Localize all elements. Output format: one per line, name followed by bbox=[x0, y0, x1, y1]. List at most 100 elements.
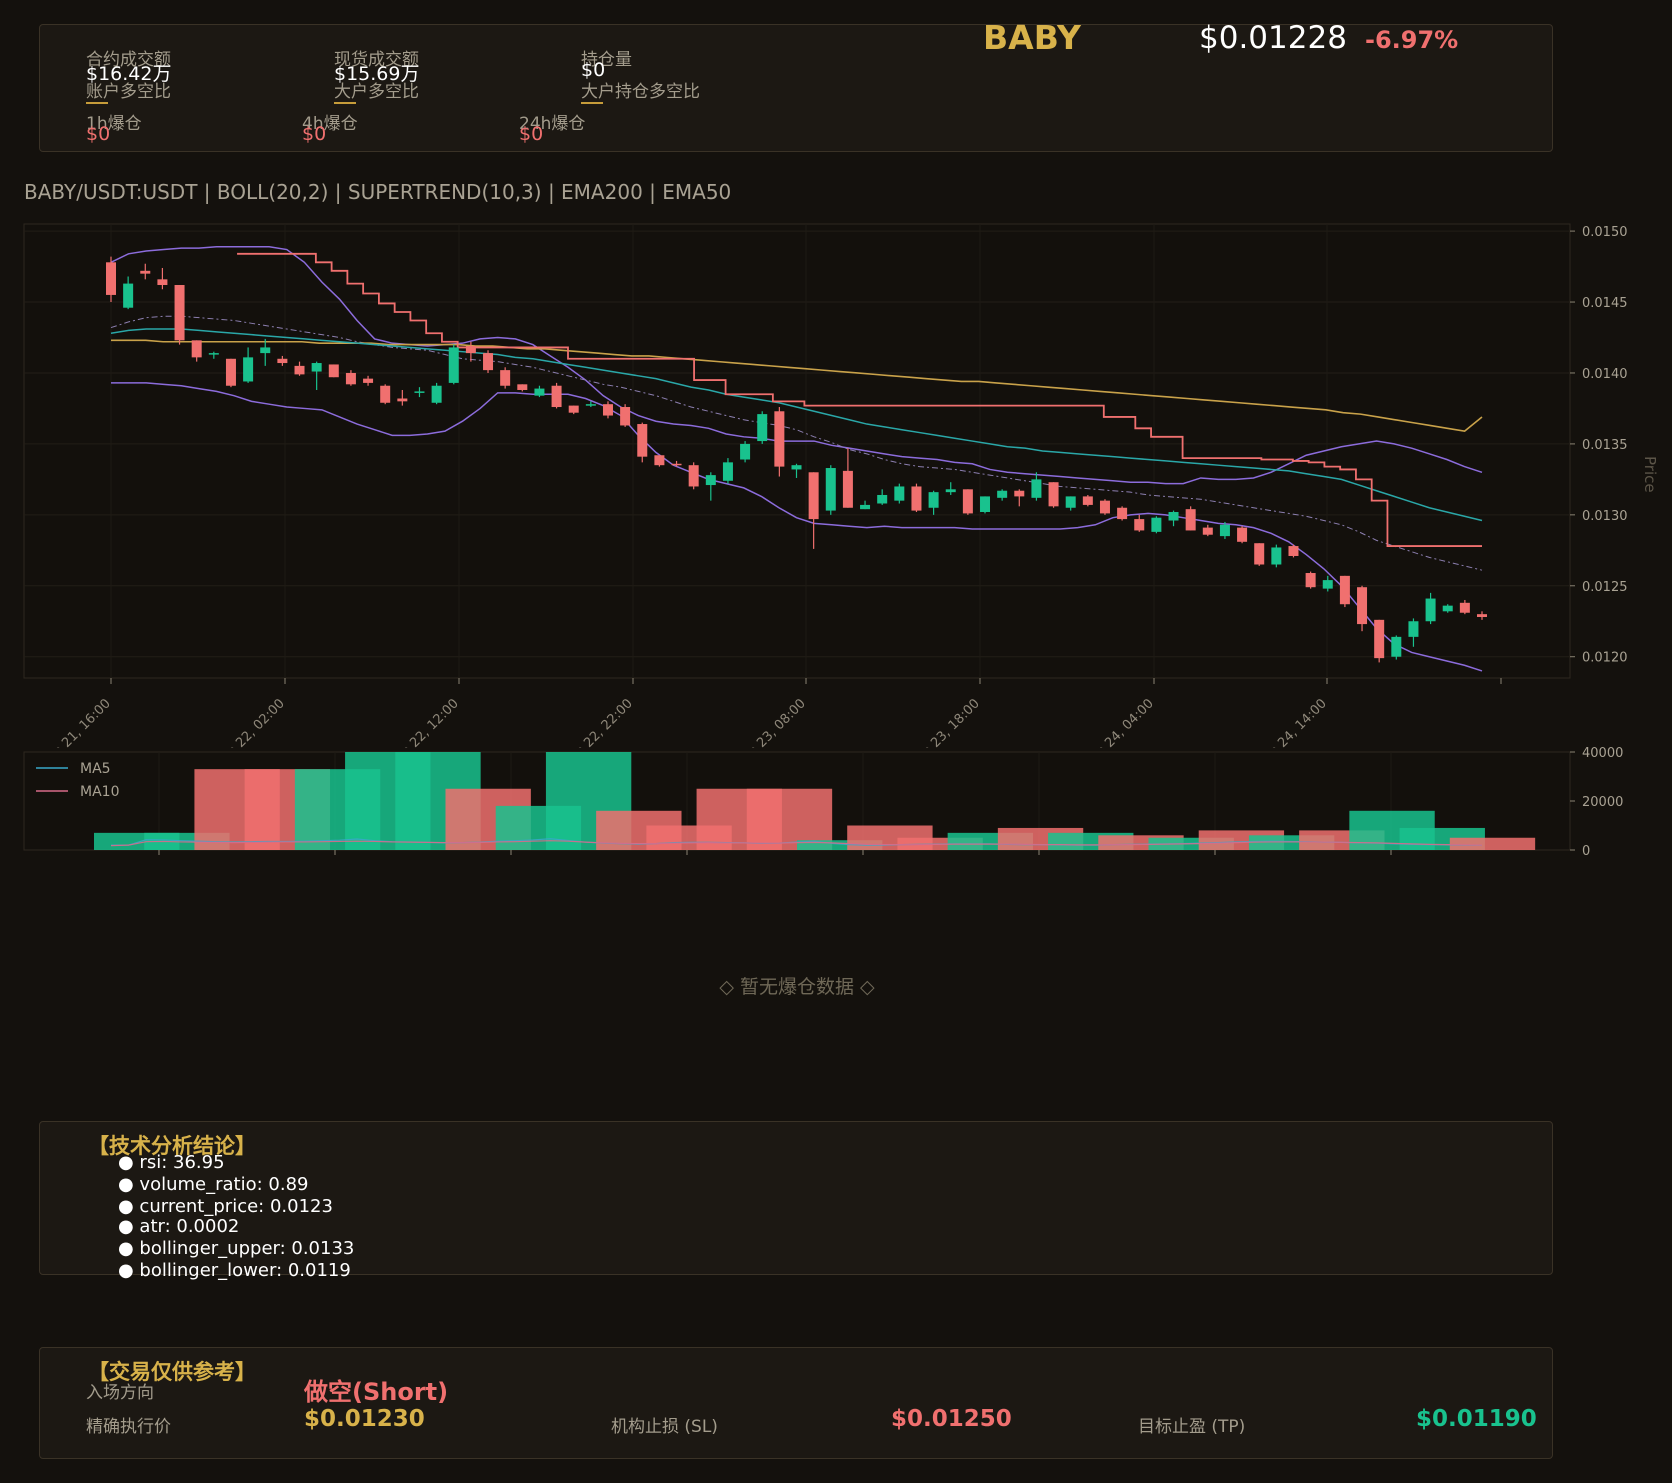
candle-body bbox=[894, 486, 905, 501]
candle-body bbox=[140, 270, 151, 274]
candle-body bbox=[1151, 517, 1162, 532]
price-tick-label: 0.0130 bbox=[1582, 509, 1628, 524]
price-tick-label: 0.0135 bbox=[1582, 438, 1628, 453]
candle-body bbox=[208, 353, 219, 355]
candle-body bbox=[825, 468, 836, 511]
candle-body bbox=[980, 496, 991, 513]
take-profit-label: 目标止盈 (TP) bbox=[1138, 1417, 1246, 1437]
candle-body bbox=[962, 489, 973, 514]
price-chart[interactable]: 0.0150 0.0145 0.0140 0.0135 0.0130 0.0125 0.01… bbox=[0, 218, 1672, 748]
account-ratio-underline bbox=[86, 102, 108, 104]
entry-price-label: 精确执行价 bbox=[86, 1417, 171, 1437]
entry-price-value: $0.01230 bbox=[304, 1406, 425, 1432]
candle-body bbox=[174, 285, 185, 341]
candle-body bbox=[225, 358, 236, 386]
candle-body bbox=[568, 405, 579, 413]
candle-body bbox=[1219, 524, 1230, 537]
candle-body bbox=[1134, 519, 1145, 531]
liquidation-1h-value: $0 bbox=[86, 123, 111, 145]
analysis-item-bollinger-lower: ● bollinger_lower: 0.0119 bbox=[118, 1260, 351, 1281]
liquidation-24h-value: $0 bbox=[519, 123, 544, 145]
candle-body bbox=[602, 404, 613, 416]
analysis-item-bollinger-upper: ● bollinger_upper: 0.0133 bbox=[118, 1238, 355, 1259]
candle-body bbox=[1031, 479, 1042, 498]
symbol-title: BABY bbox=[983, 18, 1081, 57]
candle-body bbox=[860, 504, 871, 510]
volume-tick-label: 40000 bbox=[1582, 746, 1623, 761]
candle-body bbox=[1305, 573, 1316, 588]
entry-direction-value: 做空(Short) bbox=[304, 1378, 449, 1406]
volume-bar bbox=[1449, 837, 1536, 850]
liquidation-4h-value: $0 bbox=[302, 123, 327, 145]
candle-body bbox=[277, 358, 288, 364]
analysis-item-volume-ratio: ● volume_ratio: 0.89 bbox=[118, 1174, 309, 1195]
candle-body bbox=[106, 262, 116, 295]
price-tick-label: 0.0145 bbox=[1582, 296, 1628, 311]
analysis-item-atr: ● atr: 0.0002 bbox=[118, 1216, 240, 1237]
candle-body bbox=[1082, 496, 1093, 505]
candle-body bbox=[1477, 614, 1487, 617]
legend-label-ma5: MA5 bbox=[80, 761, 111, 777]
candle-body bbox=[654, 455, 665, 466]
candle-body bbox=[911, 486, 922, 511]
candle-body bbox=[808, 472, 819, 520]
analysis-panel: 【技术分析结论】 ● rsi: 36.95 ● volume_ratio: 0.… bbox=[39, 1121, 1553, 1281]
candle-body bbox=[311, 363, 322, 372]
candle-body bbox=[1442, 605, 1453, 612]
candle-body bbox=[637, 424, 648, 457]
top-trader-position-ratio-label: 大户持仓多空比 bbox=[581, 82, 700, 102]
volume-chart[interactable]: 40000 20000 0 MA5 MA10 bbox=[0, 746, 1672, 861]
time-tick-label: Jun 24, 04:00 bbox=[1084, 696, 1157, 748]
candle-body bbox=[448, 347, 459, 383]
analysis-item-current-price: ● current_price: 0.0123 bbox=[118, 1196, 333, 1217]
candle-body bbox=[997, 490, 1008, 498]
candle-body bbox=[345, 372, 356, 385]
candle-body bbox=[945, 489, 956, 493]
entry-direction-label: 入场方向 bbox=[86, 1383, 154, 1403]
candle-body bbox=[1254, 543, 1265, 565]
top-trader-long-short-ratio-label: 大户多空比 bbox=[334, 82, 419, 102]
price-tick-label: 0.0120 bbox=[1582, 651, 1628, 666]
candle-body bbox=[1014, 490, 1025, 497]
candle-body bbox=[1185, 509, 1196, 531]
candle-body bbox=[191, 340, 202, 358]
candle-body bbox=[585, 404, 596, 406]
candle-body bbox=[328, 364, 339, 378]
time-tick-label: Jun 23, 08:00 bbox=[736, 696, 809, 748]
time-tick-label: Jun 22, 12:00 bbox=[389, 696, 462, 748]
candle-body bbox=[243, 357, 254, 382]
candle-body bbox=[1117, 507, 1128, 520]
account-long-short-ratio-label: 账户多空比 bbox=[86, 82, 171, 102]
candle-body bbox=[1065, 496, 1076, 508]
candle-body bbox=[757, 414, 768, 442]
candle-body bbox=[1459, 602, 1470, 613]
candle-body bbox=[157, 279, 168, 286]
price-axis-label: Price bbox=[1641, 456, 1659, 493]
candle-body bbox=[551, 385, 562, 408]
candle-body bbox=[534, 388, 545, 396]
candle-body bbox=[842, 470, 853, 508]
candle-body bbox=[1237, 527, 1248, 542]
candle-body bbox=[722, 462, 733, 481]
candle-body bbox=[791, 465, 802, 470]
candle-body bbox=[1374, 619, 1385, 659]
candle-body bbox=[465, 346, 476, 354]
time-tick-label: Jun 22, 22:00 bbox=[563, 696, 636, 748]
time-tick-label: Jun 21, 16:00 bbox=[41, 696, 114, 748]
stop-loss-value: $0.01250 bbox=[891, 1406, 1012, 1432]
time-tick-label: Jun 22, 02:00 bbox=[215, 696, 288, 748]
price-plot-area bbox=[23, 223, 1571, 679]
candle-body bbox=[500, 370, 511, 386]
chart-title: BABY/USDT:USDT | BOLL(20,2) | SUPERTREND… bbox=[24, 180, 732, 204]
candle-body bbox=[260, 347, 271, 354]
candle-body bbox=[294, 365, 305, 375]
candle-body bbox=[517, 384, 528, 390]
candle-body bbox=[774, 411, 785, 467]
candle-body bbox=[123, 283, 134, 308]
price-tick-label: 0.0150 bbox=[1582, 225, 1628, 240]
legend-label-ma10: MA10 bbox=[80, 784, 119, 800]
candle-body bbox=[1391, 636, 1402, 657]
candle-body bbox=[1408, 621, 1419, 637]
volume-tick-label: 0 bbox=[1582, 844, 1590, 859]
candle-body bbox=[928, 492, 939, 508]
